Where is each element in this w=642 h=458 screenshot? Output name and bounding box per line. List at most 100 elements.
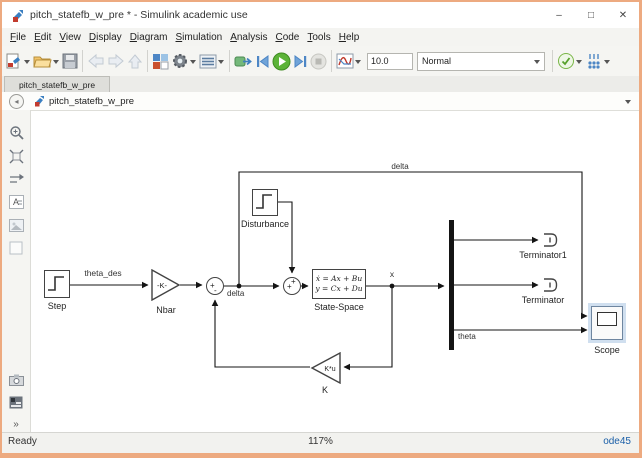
menu-item-diagram[interactable]: Diagram xyxy=(126,32,172,43)
terminator-label: Terminator xyxy=(521,295,565,305)
up-icon xyxy=(127,53,143,68)
solver-name[interactable]: ode45 xyxy=(603,436,631,447)
disturbance-label: Disturbance xyxy=(240,219,290,229)
model-settings-caret[interactable] xyxy=(190,59,196,67)
step-forward-icon xyxy=(294,54,307,68)
close-button[interactable]: ✕ xyxy=(607,3,639,27)
fit-view-button[interactable] xyxy=(8,148,24,164)
menu-item-analysis[interactable]: Analysis xyxy=(226,32,271,43)
palette-expand-button[interactable]: » xyxy=(8,416,24,432)
breadcrumb-model-name[interactable]: pitch_statefb_w_pre xyxy=(49,96,134,107)
signal-label-theta-des: theta_des xyxy=(84,268,122,278)
annotation-icon: A xyxy=(8,195,24,209)
nbar-gain-text: -K- xyxy=(157,281,168,290)
model-config-button[interactable] xyxy=(198,49,218,73)
run-button[interactable] xyxy=(271,49,292,73)
maximize-button[interactable]: □ xyxy=(575,3,607,27)
library-browser-button[interactable] xyxy=(151,49,170,73)
breadcrumb-back-button[interactable]: ◂ xyxy=(9,93,24,109)
fit-view-icon xyxy=(9,149,23,163)
breadcrumb-bar: ◂ pitch_statefb_w_pre xyxy=(2,92,639,111)
menu-item-file[interactable]: File xyxy=(6,32,30,43)
back-button[interactable] xyxy=(86,49,106,73)
sum2-sign-top: + xyxy=(291,277,296,286)
menu-item-tools[interactable]: Tools xyxy=(303,32,334,43)
build-icon xyxy=(588,54,600,69)
open-icon xyxy=(33,56,52,68)
k-gain-block[interactable]: K*u xyxy=(309,352,341,384)
annotation-button[interactable]: A xyxy=(8,194,24,210)
model-browser-button[interactable] xyxy=(8,394,24,410)
disturbance-block[interactable] xyxy=(252,189,278,216)
scope-block[interactable] xyxy=(591,306,623,340)
step-block[interactable] xyxy=(44,270,70,298)
tab-model[interactable]: pitch_statefb_w_pre xyxy=(4,76,111,92)
zoom-icon xyxy=(9,125,24,140)
sum2-block[interactable]: + + xyxy=(283,277,301,295)
toolbar: Normal xyxy=(2,46,639,77)
data-inspector-icon xyxy=(336,53,354,69)
zoom-button[interactable] xyxy=(8,124,24,140)
step-forward-button[interactable] xyxy=(292,49,309,73)
menu-item-help[interactable]: Help xyxy=(335,32,364,43)
save-icon xyxy=(62,53,78,69)
build-button[interactable] xyxy=(584,49,604,73)
open-button[interactable] xyxy=(32,49,53,73)
state-space-block[interactable]: ẋ = Ax + Bu y = Cx + Du xyxy=(312,269,366,299)
sum1-sign-bottom: - xyxy=(214,286,217,295)
terminator1-block[interactable] xyxy=(542,232,559,248)
menu-item-simulation[interactable]: Simulation xyxy=(172,32,227,43)
update-diagram-button[interactable] xyxy=(556,49,576,73)
simulink-window: Step theta_des -K- Nbar + - delta Distur… xyxy=(0,0,642,458)
signal-routing-button[interactable] xyxy=(8,171,24,187)
terminator-block[interactable] xyxy=(542,277,559,293)
model-config-caret[interactable] xyxy=(218,59,224,67)
minimize-button[interactable]: – xyxy=(543,3,575,27)
build-caret[interactable] xyxy=(604,59,610,67)
stop-button[interactable] xyxy=(309,49,328,73)
demux-block[interactable] xyxy=(449,220,454,350)
save-button[interactable] xyxy=(61,49,79,73)
data-inspector-caret[interactable] xyxy=(355,59,361,67)
scope-screen-icon xyxy=(597,312,617,326)
state-space-eq1: ẋ = Ax + Bu xyxy=(315,273,363,283)
sim-mode-caret xyxy=(534,59,540,67)
breadcrumb-dropdown-caret[interactable] xyxy=(625,99,631,107)
open-caret[interactable] xyxy=(53,59,59,67)
data-inspector-button[interactable] xyxy=(335,49,355,73)
stop-time-input[interactable] xyxy=(367,52,413,70)
sim-io-icon xyxy=(234,56,252,66)
toolbar-separator xyxy=(552,50,553,72)
tool-palette: A » xyxy=(2,110,31,433)
forward-icon xyxy=(108,53,124,69)
menu-item-display[interactable]: Display xyxy=(85,32,126,43)
simulink-model-icon xyxy=(35,96,44,107)
menu-item-edit[interactable]: Edit xyxy=(30,32,55,43)
update-diagram-caret[interactable] xyxy=(576,59,582,67)
image-button[interactable] xyxy=(8,217,24,233)
window-title: pitch_statefb_w_pre * - Simulink academi… xyxy=(30,9,248,21)
scope-label: Scope xyxy=(594,345,620,355)
camera-button[interactable] xyxy=(8,372,24,388)
signal-label-delta-top: delta xyxy=(391,162,409,171)
step-back-button[interactable] xyxy=(254,49,271,73)
up-button[interactable] xyxy=(126,49,144,73)
new-model-button[interactable] xyxy=(4,49,24,73)
back-icon xyxy=(88,53,104,69)
forward-button[interactable] xyxy=(106,49,126,73)
status-bar: Ready 117% ode45 xyxy=(2,432,639,453)
stop-icon xyxy=(310,53,327,69)
sim-io-button[interactable] xyxy=(233,49,254,73)
signal-routing-icon xyxy=(9,173,24,183)
image-icon xyxy=(8,218,24,232)
sum1-block[interactable]: + - xyxy=(206,277,224,295)
state-space-eq2: y = Cx + Du xyxy=(315,284,363,293)
nbar-gain-block[interactable]: -K- xyxy=(151,269,181,301)
menu-item-code[interactable]: Code xyxy=(271,32,303,43)
area-button[interactable] xyxy=(8,240,24,256)
menu-item-view[interactable]: View xyxy=(55,32,85,43)
sim-mode-select[interactable]: Normal xyxy=(417,51,545,71)
model-settings-button[interactable] xyxy=(170,49,190,73)
new-model-caret[interactable] xyxy=(24,59,30,67)
svg-text:A: A xyxy=(13,197,19,207)
